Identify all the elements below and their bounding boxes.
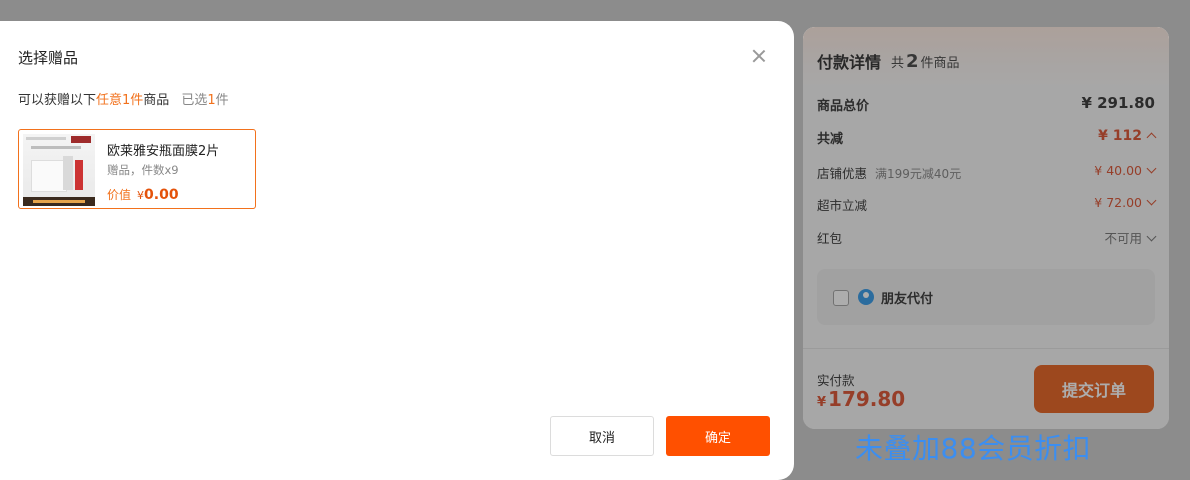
gift-item-card[interactable]: 欧莱雅安瓶面膜2片 赠品，件数x9 价值 ¥0.00 <box>18 129 256 209</box>
watermark-text: 未叠加88会员折扣 <box>855 432 1092 465</box>
selected-count: 已选1件 <box>181 93 229 108</box>
gift-meta: 赠品，件数x9 <box>107 163 179 177</box>
close-icon[interactable] <box>750 47 768 65</box>
modal-backdrop[interactable] <box>803 27 1169 429</box>
gift-name: 欧莱雅安瓶面膜2片 <box>107 144 220 159</box>
payment-details-panel: 付款详情 共 2 件商品 商品总价 ¥ 291.80 共减 ¥ 112 店铺优惠 满1… <box>803 27 1169 429</box>
gift-product-image <box>23 134 95 206</box>
gift-rule-text: 可以获赠以下任意1件商品 已选1件 <box>18 93 229 108</box>
confirm-button[interactable]: 确定 <box>666 416 770 456</box>
gift-selection-dialog: 选择赠品 可以获赠以下任意1件商品 已选1件 欧莱雅安瓶面膜2片 赠品，件数x9 … <box>0 21 794 480</box>
cancel-button[interactable]: 取消 <box>550 416 654 456</box>
dialog-title: 选择赠品 <box>18 49 79 67</box>
gift-price: 价值 ¥0.00 <box>107 187 179 203</box>
